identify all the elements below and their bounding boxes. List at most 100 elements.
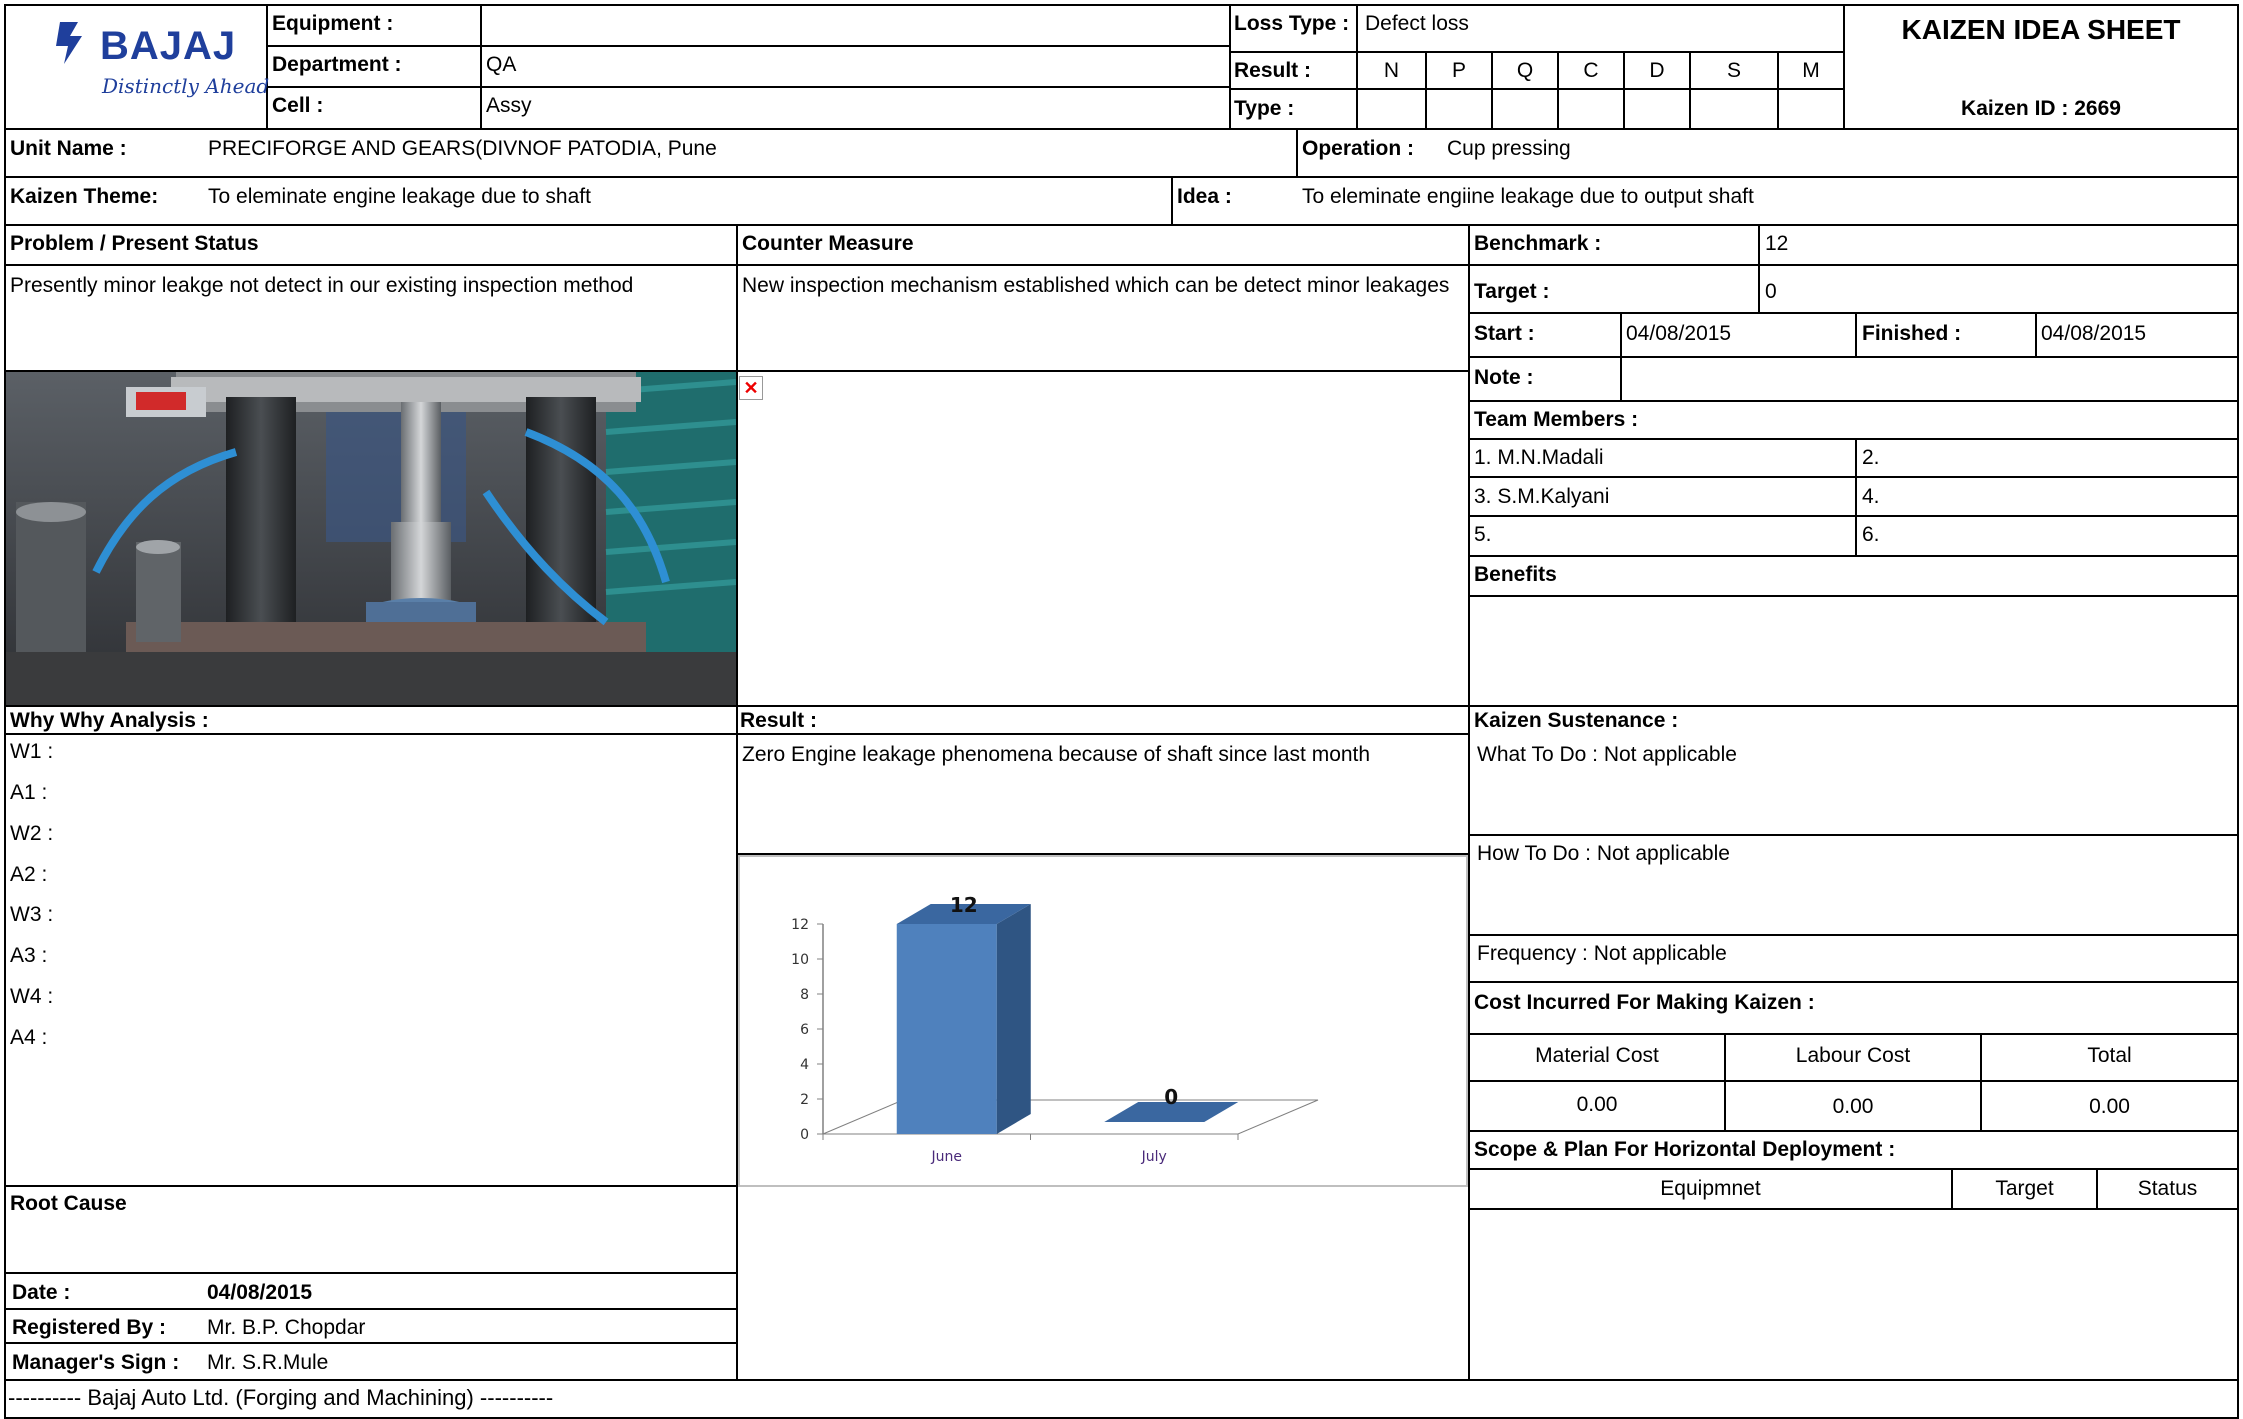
chart-y-tick-label: 0 bbox=[800, 1127, 809, 1143]
sheet-title: KAIZEN IDEA SHEET bbox=[1901, 14, 2181, 45]
chart-y-tick-label: 12 bbox=[791, 917, 809, 933]
cost-header-total: Total bbox=[2087, 1044, 2132, 1067]
cell-value: Assy bbox=[486, 94, 532, 117]
date-value: 04/08/2015 bbox=[207, 1281, 313, 1304]
finished-label: Finished : bbox=[1862, 322, 1962, 345]
start-value: 04/08/2015 bbox=[1626, 322, 1732, 345]
chart-bar-side-june bbox=[996, 904, 1031, 1134]
problem-value: Presently minor leakge not detect in our… bbox=[10, 274, 634, 297]
scope-header-target: Target bbox=[1995, 1177, 2054, 1200]
result-category-m: M bbox=[1802, 59, 1820, 82]
chart-data-label-july: 0 bbox=[1164, 1085, 1178, 1109]
operation-label: Operation : bbox=[1302, 137, 1415, 160]
date-label: Date : bbox=[12, 1281, 71, 1304]
bajaj-logo: BAJAJ Distinctly Ahead bbox=[52, 14, 269, 109]
target-label: Target : bbox=[1474, 280, 1550, 303]
registered-by-value: Mr. B.P. Chopdar bbox=[207, 1316, 366, 1339]
team-member-3: 3. S.M.Kalyani bbox=[1474, 485, 1610, 508]
cost-label: Cost Incurred For Making Kaizen : bbox=[1474, 991, 1815, 1014]
result-value: Zero Engine leakage phenomena because of… bbox=[742, 743, 1371, 766]
problem-photo bbox=[6, 372, 736, 705]
result-category-p: P bbox=[1451, 59, 1466, 82]
sustenance-label: Kaizen Sustenance : bbox=[1474, 709, 1679, 732]
team-member-6: 6. bbox=[1862, 523, 1880, 546]
chart-category-label-july: July bbox=[1141, 1149, 1167, 1165]
chart-y-tick-label: 8 bbox=[800, 987, 809, 1003]
why-row-a4: A4 : bbox=[10, 1026, 48, 1049]
cost-header-material: Material Cost bbox=[1535, 1044, 1659, 1067]
problem-label: Problem / Present Status bbox=[10, 232, 259, 255]
result-category-q: Q bbox=[1516, 59, 1534, 82]
manager-sign-value: Mr. S.R.Mule bbox=[207, 1351, 329, 1374]
scope-header-equipment: Equipmnet bbox=[1660, 1177, 1761, 1200]
cost-value-total: 0.00 bbox=[2089, 1095, 2130, 1118]
scope-label: Scope & Plan For Horizontal Deployment : bbox=[1474, 1138, 1896, 1161]
why-row-a3: A3 : bbox=[10, 944, 48, 967]
team-member-2: 2. bbox=[1862, 446, 1880, 469]
why-row-w2: W2 : bbox=[10, 822, 54, 845]
department-value: QA bbox=[486, 53, 517, 76]
team-member-4: 4. bbox=[1862, 485, 1880, 508]
cost-value-material: 0.00 bbox=[1576, 1093, 1618, 1116]
result-category-c: C bbox=[1583, 59, 1599, 82]
result-label: Result : bbox=[1234, 59, 1312, 82]
benefits-label: Benefits bbox=[1474, 563, 1557, 586]
start-label: Start : bbox=[1474, 322, 1535, 345]
footer-text: ---------- Bajaj Auto Ltd. (Forging and … bbox=[8, 1385, 554, 1410]
cost-value-labour: 0.00 bbox=[1832, 1095, 1874, 1118]
kaizen-sheet: { "header": { "logo_text": "BAJAJ", "log… bbox=[0, 0, 2243, 1419]
counter-measure-value: New inspection mechanism established whi… bbox=[742, 274, 1450, 297]
note-label: Note : bbox=[1474, 366, 1534, 389]
target-value: 0 bbox=[1765, 280, 1777, 303]
team-members-label: Team Members : bbox=[1474, 408, 1639, 431]
chart-y-tick-label: 4 bbox=[800, 1057, 809, 1073]
loss-type-label: Loss Type : bbox=[1234, 12, 1350, 35]
chart-y-tick-label: 2 bbox=[800, 1092, 809, 1108]
why-row-a2: A2 : bbox=[10, 863, 48, 886]
unit-name-value: PRECIFORGE AND GEARS(DIVNOF PATODIA, Pun… bbox=[208, 137, 717, 160]
department-label: Department : bbox=[272, 53, 402, 76]
why-row-a1: A1 : bbox=[10, 781, 48, 804]
cost-header-labour: Labour Cost bbox=[1795, 1044, 1911, 1067]
why-row-w4: W4 : bbox=[10, 985, 54, 1008]
root-cause-label: Root Cause bbox=[10, 1192, 127, 1215]
broken-image-icon: ✕ bbox=[739, 376, 763, 400]
cell-label: Cell : bbox=[272, 94, 324, 117]
result-section-label: Result : bbox=[740, 709, 818, 732]
operation-value: Cup pressing bbox=[1447, 137, 1571, 160]
sustenance-frequency: Frequency : Not applicable bbox=[1477, 942, 1727, 965]
team-member-5: 5. bbox=[1474, 523, 1492, 546]
logo-tagline: Distinctly Ahead bbox=[102, 74, 270, 98]
chart-data-label-june: 12 bbox=[950, 893, 978, 917]
chart-bar-front-june bbox=[896, 924, 997, 1134]
scope-header-status: Status bbox=[2137, 1177, 2198, 1200]
loss-type-value: Defect loss bbox=[1365, 12, 1469, 35]
chart-category-label-june: June bbox=[931, 1149, 963, 1165]
kaizen-theme-label: Kaizen Theme: bbox=[10, 185, 159, 208]
manager-sign-label: Manager's Sign : bbox=[12, 1351, 180, 1374]
type-label: Type : bbox=[1234, 97, 1295, 120]
unit-name-label: Unit Name : bbox=[10, 137, 127, 160]
team-member-1: 1. M.N.Madali bbox=[1474, 446, 1604, 469]
logo-text: BAJAJ bbox=[100, 24, 237, 68]
equipment-label: Equipment : bbox=[272, 12, 394, 35]
why-row-w1: W1 : bbox=[10, 740, 54, 763]
counter-measure-label: Counter Measure bbox=[742, 232, 914, 255]
benchmark-value: 12 bbox=[1765, 232, 1789, 255]
result-chart-svg: 0 2 4 6 8 10 12 12 June 0 July bbox=[791, 893, 1319, 1165]
result-category-d: D bbox=[1649, 59, 1665, 82]
sustenance-what: What To Do : Not applicable bbox=[1477, 743, 1737, 766]
result-category-s: S bbox=[1726, 59, 1741, 82]
finished-value: 04/08/2015 bbox=[2041, 322, 2147, 345]
idea-label: Idea : bbox=[1177, 185, 1232, 208]
chart-y-tick-label: 10 bbox=[791, 952, 809, 968]
why-why-label: Why Why Analysis : bbox=[10, 709, 209, 732]
benchmark-label: Benchmark : bbox=[1474, 232, 1602, 255]
sustenance-how: How To Do : Not applicable bbox=[1477, 842, 1730, 865]
kaizen-theme-value: To eleminate engine leakage due to shaft bbox=[208, 185, 591, 208]
idea-value: To eleminate engiine leakage due to outp… bbox=[1302, 185, 1754, 208]
kaizen-id: Kaizen ID : 2669 bbox=[1961, 97, 2121, 120]
why-row-w3: W3 : bbox=[10, 903, 54, 926]
result-category-n: N bbox=[1383, 59, 1400, 82]
chart-y-tick-label: 6 bbox=[800, 1022, 809, 1038]
